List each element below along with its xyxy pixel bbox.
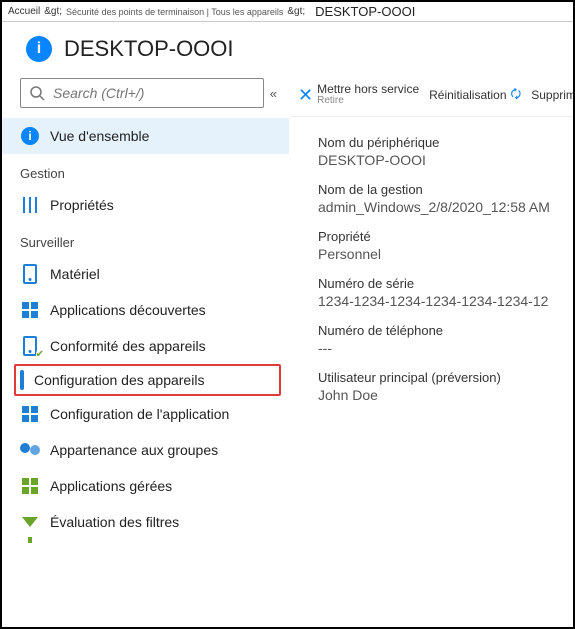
nav-hardware[interactable]: Matériel	[2, 256, 289, 292]
search-row: «	[2, 78, 289, 118]
nav-label: Appartenance aux groupes	[50, 442, 218, 458]
sidebar: « i Vue d'ensemble Gestion Propriétés Su…	[2, 78, 290, 627]
action-bar: ✕ Mettre hors service Retire Réinitialis…	[290, 78, 573, 117]
nav-label: Matériel	[50, 266, 100, 282]
field-value: admin_Windows_2/8/2020_12:58 AM	[318, 199, 573, 215]
group-icon	[20, 440, 40, 460]
field-label: Nom de la gestion	[318, 182, 573, 197]
nav-label: Configuration de l'application	[50, 406, 229, 422]
collapse-sidebar-button[interactable]: «	[270, 86, 277, 101]
retire-action[interactable]: ✕ Mettre hors service Retire	[298, 84, 419, 106]
field-label: Numéro de série	[318, 276, 573, 291]
field-device-name: Nom du périphérique DESKTOP-OOOI	[318, 135, 573, 168]
field-value: John Doe	[318, 387, 573, 403]
x-icon: ✕	[298, 85, 313, 106]
nav-label: Évaluation des filtres	[50, 514, 179, 530]
nav-label: Vue d'ensemble	[50, 128, 149, 144]
funnel-icon	[20, 512, 40, 532]
device-check-icon: ✔	[20, 336, 40, 356]
nav-group-membership[interactable]: Appartenance aux groupes	[2, 432, 289, 468]
nav-label: Configuration des appareils	[34, 372, 204, 388]
search-icon	[29, 85, 45, 101]
nav-label: Conformité des appareils	[50, 338, 206, 354]
nav-group-manage: Gestion	[2, 154, 289, 187]
breadcrumb-sep: &gt;	[44, 6, 62, 17]
nav-label: Propriétés	[50, 197, 114, 213]
delete-action[interactable]: Supprimer	[531, 88, 573, 102]
field-primary-user: Utilisateur principal (préversion) John …	[318, 370, 573, 403]
nav-label: Applications gérées	[50, 478, 172, 494]
action-sublabel: Retire	[317, 95, 419, 106]
breadcrumb-sep: &gt;	[287, 6, 305, 17]
apps-grid-icon	[20, 300, 40, 320]
nav-discovered-apps[interactable]: Applications découvertes	[2, 292, 289, 328]
device-blade: Accueil &gt; Sécurité des points de term…	[0, 0, 575, 629]
search-box[interactable]	[20, 78, 264, 108]
search-input[interactable]	[53, 85, 255, 101]
nav-overview[interactable]: i Vue d'ensemble	[2, 118, 289, 154]
breadcrumb: Accueil &gt; Sécurité des points de term…	[2, 2, 573, 22]
device-details: Nom du périphérique DESKTOP-OOOI Nom de …	[290, 117, 573, 403]
info-icon: i	[26, 36, 52, 62]
field-value: ---	[318, 340, 573, 356]
content-area: « i Vue d'ensemble Gestion Propriétés Su…	[2, 78, 573, 627]
field-label: Nom du périphérique	[318, 135, 573, 150]
action-label: Mettre hors service	[317, 84, 419, 95]
nav-app-config[interactable]: Configuration de l'application	[2, 396, 289, 432]
breadcrumb-path[interactable]: Sécurité des points de terminaison | Tou…	[66, 7, 283, 17]
reset-action[interactable]: Réinitialisation 🗘	[429, 85, 521, 106]
main-panel: ✕ Mettre hors service Retire Réinitialis…	[290, 78, 573, 627]
nav-device-compliance[interactable]: ✔ Conformité des appareils	[2, 328, 289, 364]
field-label: Utilisateur principal (préversion)	[318, 370, 573, 385]
field-ownership: Propriété Personnel	[318, 229, 573, 262]
breadcrumb-home[interactable]: Accueil	[8, 6, 40, 17]
device-icon	[20, 264, 40, 284]
apps-grid-green-icon	[20, 476, 40, 496]
nav-managed-apps[interactable]: Applications gérées	[2, 468, 289, 504]
device-gear-icon	[20, 372, 24, 388]
page-title: DESKTOP-OOOI	[64, 36, 234, 62]
apps-grid-icon	[20, 404, 40, 424]
nav-filter-eval[interactable]: Évaluation des filtres	[2, 504, 289, 540]
sliders-icon	[20, 195, 40, 215]
field-label: Propriété	[318, 229, 573, 244]
action-label: Réinitialisation	[429, 88, 506, 102]
action-label: Supprimer	[531, 88, 573, 102]
nav-label: Applications découvertes	[50, 302, 206, 318]
blade-header: i DESKTOP-OOOI	[2, 22, 573, 78]
nav-device-config[interactable]: Configuration des appareils	[14, 364, 281, 396]
breadcrumb-current: DESKTOP-OOOI	[315, 4, 415, 19]
field-mgmt-name: Nom de la gestion admin_Windows_2/8/2020…	[318, 182, 573, 215]
field-value: Personnel	[318, 246, 573, 262]
field-phone: Numéro de téléphone ---	[318, 323, 573, 356]
info-icon: i	[20, 126, 40, 146]
nav-properties[interactable]: Propriétés	[2, 187, 289, 223]
field-value: 1234-1234-1234-1234-1234-1234-12	[318, 293, 573, 309]
sync-icon: 🗘	[511, 85, 522, 106]
nav-group-monitor: Surveiller	[2, 223, 289, 256]
field-label: Numéro de téléphone	[318, 323, 573, 338]
field-serial: Numéro de série 1234-1234-1234-1234-1234…	[318, 276, 573, 309]
field-value: DESKTOP-OOOI	[318, 152, 573, 168]
